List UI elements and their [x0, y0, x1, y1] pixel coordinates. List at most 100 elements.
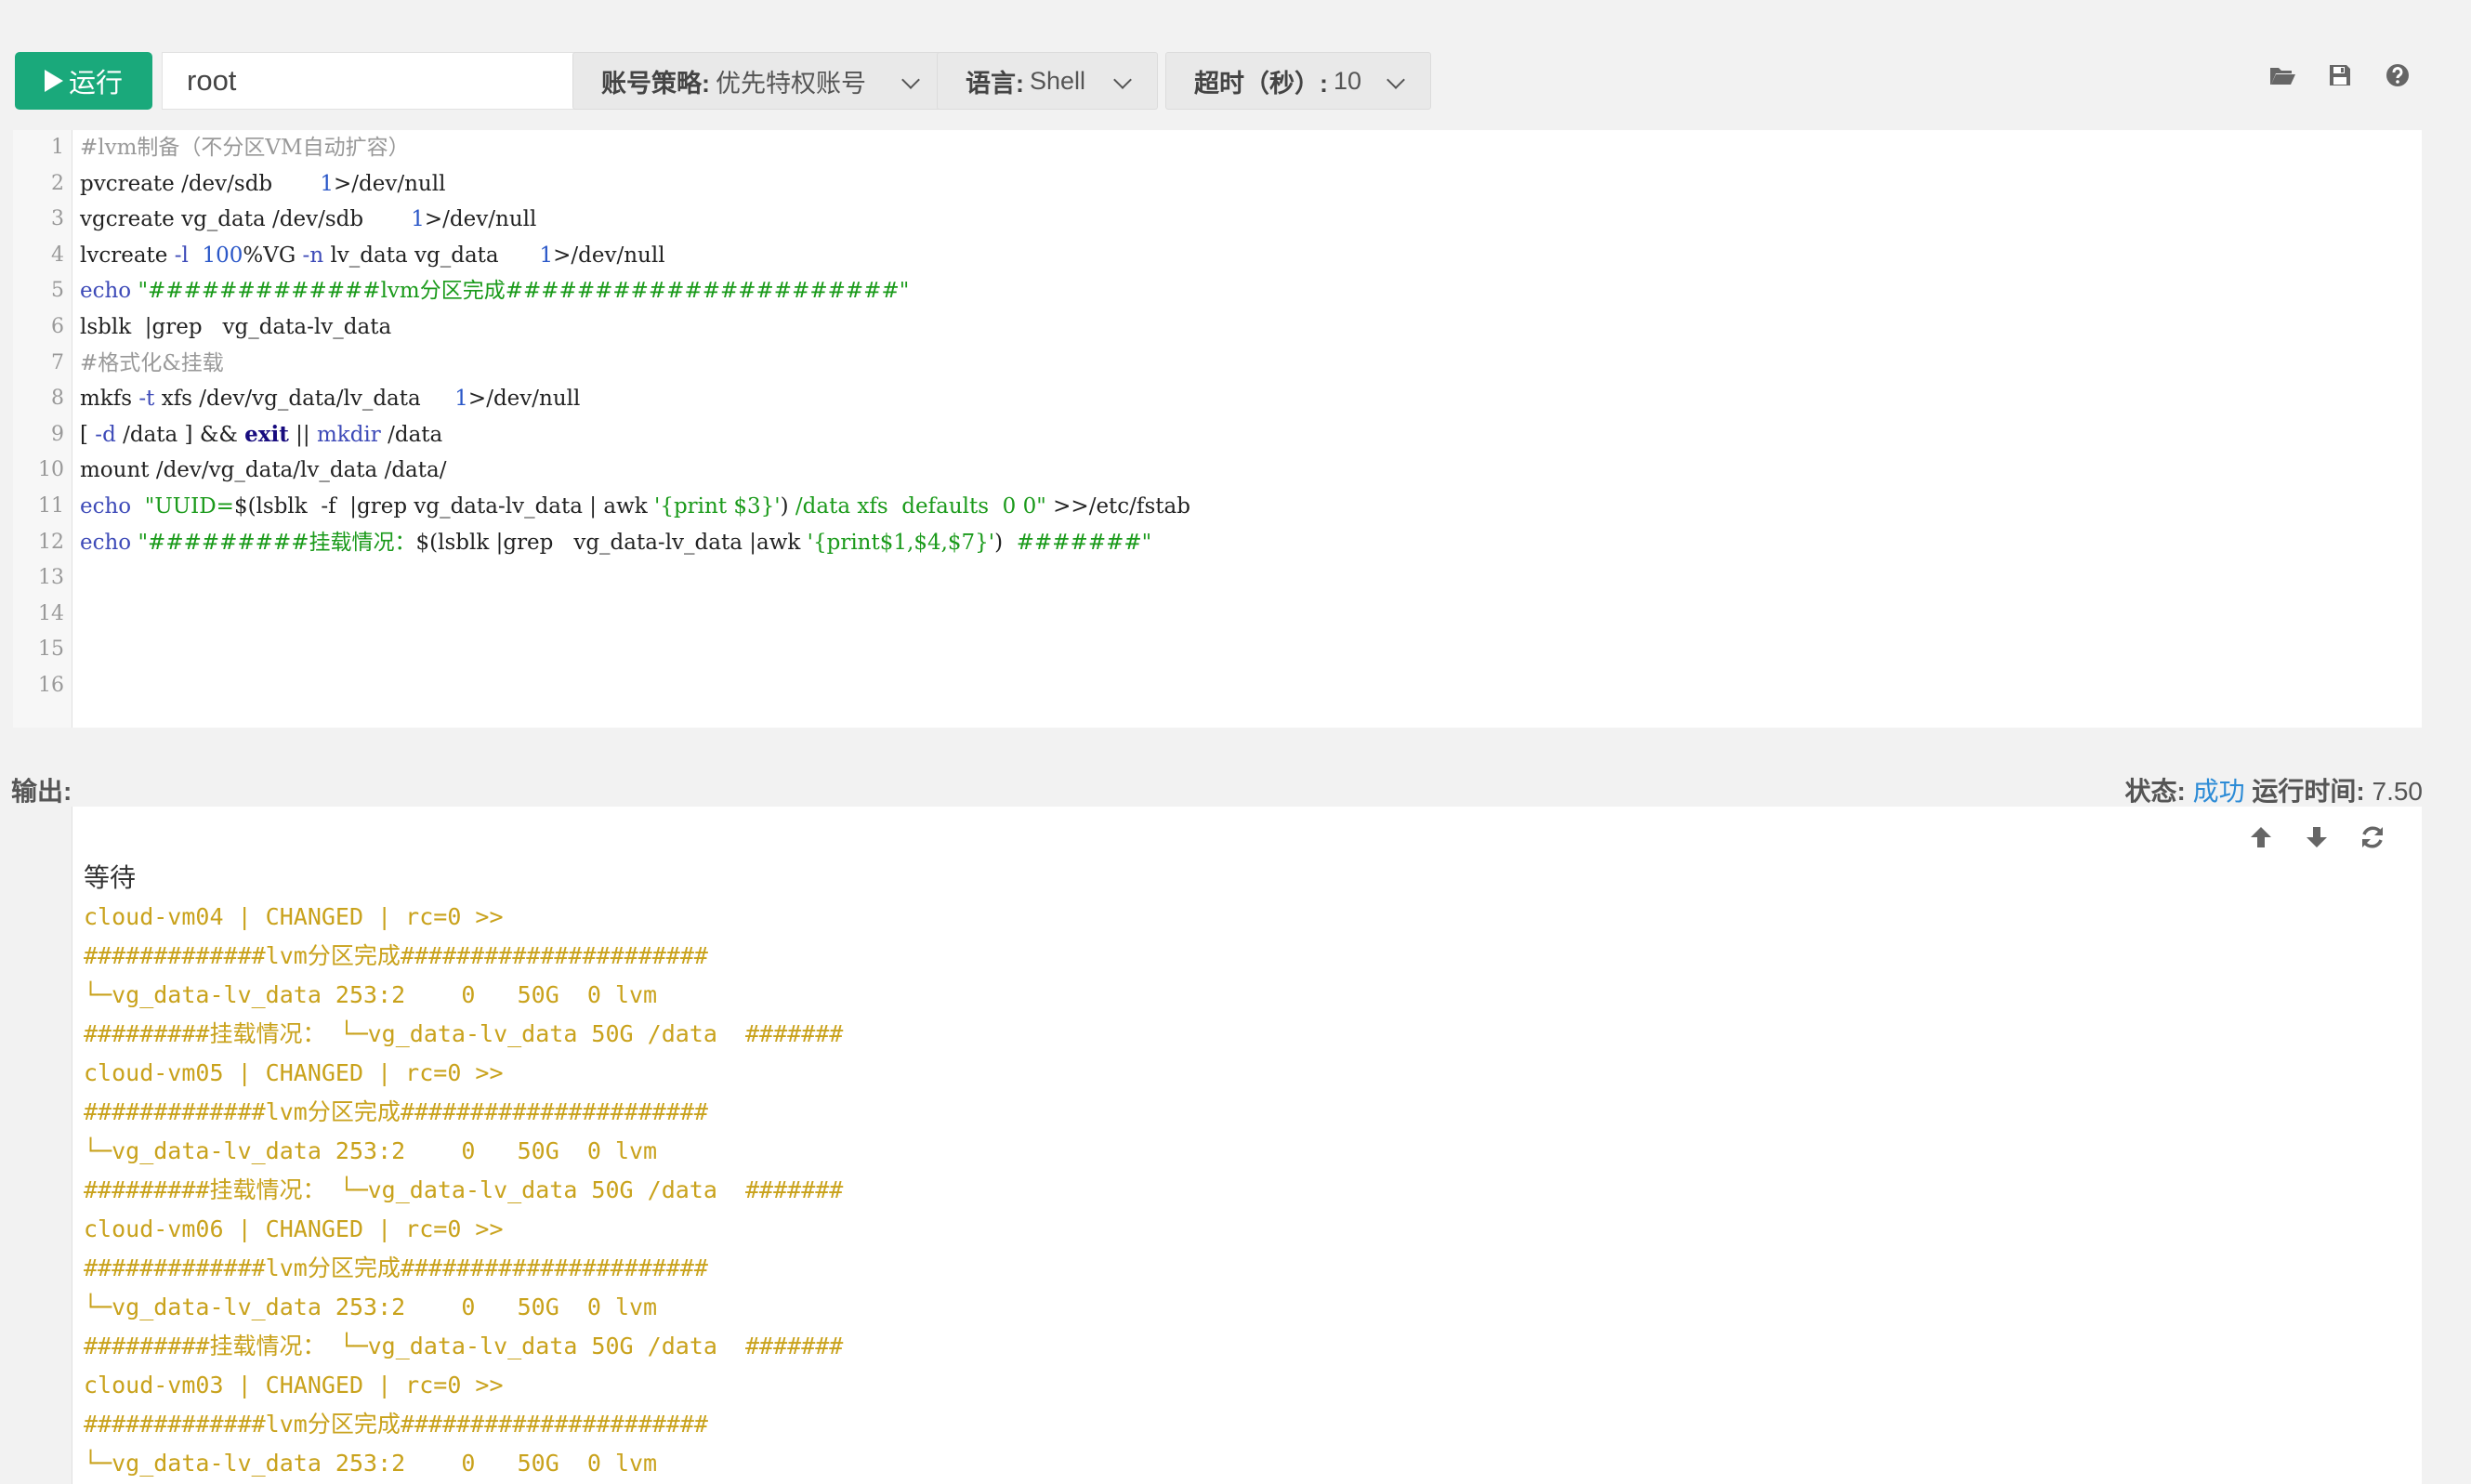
code-line[interactable] — [80, 597, 2422, 633]
help-icon[interactable] — [2384, 61, 2412, 89]
code-token: 1 — [411, 207, 425, 232]
language-value: Shell — [1030, 66, 1086, 95]
code-token: $(lsblk |grep vg_data-lv_data |awk — [415, 530, 808, 555]
line-number: 4 — [51, 243, 64, 267]
line-number: 5 — [51, 279, 64, 303]
account-policy-value: 优先特权账号 — [716, 69, 866, 98]
code-line[interactable]: #格式化&挂载 — [80, 346, 2422, 382]
run-button-label: 运行 — [68, 69, 123, 98]
output-line: #############lvm分区完成####################… — [84, 1254, 708, 1281]
code-token: '{print $3}' — [654, 493, 781, 519]
code-token: "UUID= — [144, 493, 234, 519]
code-line[interactable]: vgcreate vg_data /dev/sdb 1>/dev/null — [80, 202, 2422, 238]
output-line: #############lvm分区完成####################… — [84, 1098, 708, 1125]
code-token: /data ] && — [115, 422, 245, 447]
line-number: 6 — [51, 314, 64, 338]
code-line[interactable]: #lvm制备（不分区VM自动扩容） — [80, 130, 2422, 166]
code-token: 1 — [454, 387, 468, 412]
code-line[interactable] — [80, 632, 2422, 668]
output-line: cloud-vm04 | CHANGED | rc=0 >> — [84, 903, 504, 930]
toolbar: 运行 账号策略: 优先特权账号 语言: Shell 超时（秒）: 10 — [15, 52, 2471, 110]
code-token: ) — [780, 493, 795, 519]
output-line: cloud-vm05 | CHANGED | rc=0 >> — [84, 1059, 504, 1086]
line-number: 7 — [51, 350, 64, 374]
code-line[interactable]: pvcreate /dev/sdb 1>/dev/null — [80, 166, 2422, 203]
save-icon[interactable] — [2326, 61, 2354, 89]
code-token: 100 — [202, 243, 243, 268]
chevron-down-icon — [1387, 71, 1405, 89]
output-body: 等待 cloud-vm04 | CHANGED | rc=0 >> #######… — [84, 859, 2422, 1483]
play-icon — [44, 70, 63, 92]
account-policy-dropdown[interactable]: 账号策略: 优先特权账号 — [572, 52, 946, 110]
line-number: 8 — [51, 387, 64, 411]
line-number: 12 — [38, 530, 64, 554]
timeout-value: 10 — [1334, 66, 1362, 95]
toolbar-icons — [2268, 61, 2412, 89]
code-token: [ — [80, 422, 96, 447]
output-line: #############lvm分区完成####################… — [84, 942, 708, 969]
output-line: cloud-vm03 | CHANGED | rc=0 >> — [84, 1372, 504, 1399]
account-policy-label: 账号策略: — [601, 69, 710, 98]
code-token: mkdir — [316, 422, 381, 447]
status-value: 成功 — [2192, 777, 2245, 806]
timeout-label: 超时（秒）: — [1194, 69, 1328, 98]
output-line: #########挂载情况： └─vg_data-lv_data 50G /da… — [84, 1176, 844, 1203]
line-number: 2 — [51, 171, 64, 195]
code-line[interactable]: echo "#############lvm分区完成##############… — [80, 273, 2422, 309]
run-button[interactable]: 运行 — [15, 52, 152, 110]
output-lines: cloud-vm04 | CHANGED | rc=0 >> ##########… — [84, 898, 2422, 1483]
code-token: "#############lvm分区完成###################… — [138, 279, 910, 304]
refresh-icon[interactable] — [2359, 823, 2386, 851]
code-token: >>/etc/fstab — [1045, 493, 1190, 519]
code-line[interactable]: mkfs -t xfs /dev/vg_data/lv_data 1>/dev/… — [80, 381, 2422, 417]
runtime-value: 7.50 — [2372, 777, 2424, 806]
output-icons — [2247, 823, 2386, 851]
code-line[interactable]: mount /dev/vg_data/lv_data /data/ — [80, 453, 2422, 489]
output-line: #############lvm分区完成####################… — [84, 1411, 708, 1438]
line-number: 1 — [51, 136, 64, 159]
code-token: exit — [244, 421, 289, 447]
folder-open-icon[interactable] — [2268, 61, 2296, 89]
code-token: >/dev/null — [333, 171, 446, 196]
output-line: cloud-vm06 | CHANGED | rc=0 >> — [84, 1215, 504, 1242]
wait-text: 等待 — [84, 862, 137, 893]
output-line: └─vg_data-lv_data 253:2 0 50G 0 lvm — [84, 1294, 658, 1320]
timeout-dropdown[interactable]: 超时（秒）: 10 — [1165, 52, 1431, 110]
line-number: 15 — [38, 637, 64, 662]
code-line[interactable]: echo "UUID=$(lsblk -f |grep vg_data-lv_d… — [80, 489, 2422, 525]
output-panel: 等待 cloud-vm04 | CHANGED | rc=0 >> #######… — [13, 807, 2422, 1484]
output-gutter — [13, 807, 72, 1484]
line-number: 14 — [38, 601, 64, 625]
code-token: xfs /dev/vg_data/lv_data — [154, 387, 455, 412]
arrow-down-icon[interactable] — [2303, 823, 2331, 851]
code-line[interactable] — [80, 560, 2422, 597]
line-number: 16 — [38, 673, 64, 697]
code-token: echo — [80, 493, 132, 519]
code-line[interactable]: lvcreate -l 100%VG -n lv_data vg_data 1>… — [80, 238, 2422, 274]
code-token: '{print$1,$4,$7}' — [807, 530, 995, 555]
line-number: 9 — [51, 422, 64, 446]
user-input[interactable] — [162, 52, 576, 110]
code-token: lsblk |grep vg_data-lv_data — [80, 314, 392, 339]
code-token: %VG — [243, 243, 303, 268]
code-editor[interactable]: 1 2 3 4 5 6 7 8 9 10 11 12 13 14 15 16 #lvm制备（不分区VM自动扩容… — [13, 130, 2422, 728]
status-label: 状态: — [2124, 777, 2186, 806]
code-line[interactable]: [ -d /data ] && exit || mkdir /data — [80, 417, 2422, 453]
code-token: lvcreate — [80, 243, 175, 268]
chevron-down-icon — [1113, 71, 1132, 89]
code-content[interactable]: #lvm制备（不分区VM自动扩容） pvcreate /dev/sdb 1>/de… — [80, 130, 2422, 704]
code-token: -t — [138, 387, 155, 412]
code-token: -d — [95, 422, 116, 447]
line-number-gutter: 1 2 3 4 5 6 7 8 9 10 11 12 13 14 15 16 — [13, 130, 72, 728]
arrow-up-icon[interactable] — [2247, 823, 2275, 851]
code-line[interactable]: echo "#########挂载情况：$(lsblk |grep vg_dat… — [80, 525, 2422, 561]
code-token: 1 — [320, 171, 334, 196]
code-line[interactable]: lsblk |grep vg_data-lv_data — [80, 309, 2422, 346]
language-label: 语言: — [966, 69, 1024, 98]
code-token: /data xfs defaults 0 0" — [795, 493, 1046, 519]
code-line[interactable] — [80, 668, 2422, 704]
code-token: echo — [80, 530, 132, 555]
code-token: ) — [994, 530, 1017, 555]
language-dropdown[interactable]: 语言: Shell — [937, 52, 1158, 110]
